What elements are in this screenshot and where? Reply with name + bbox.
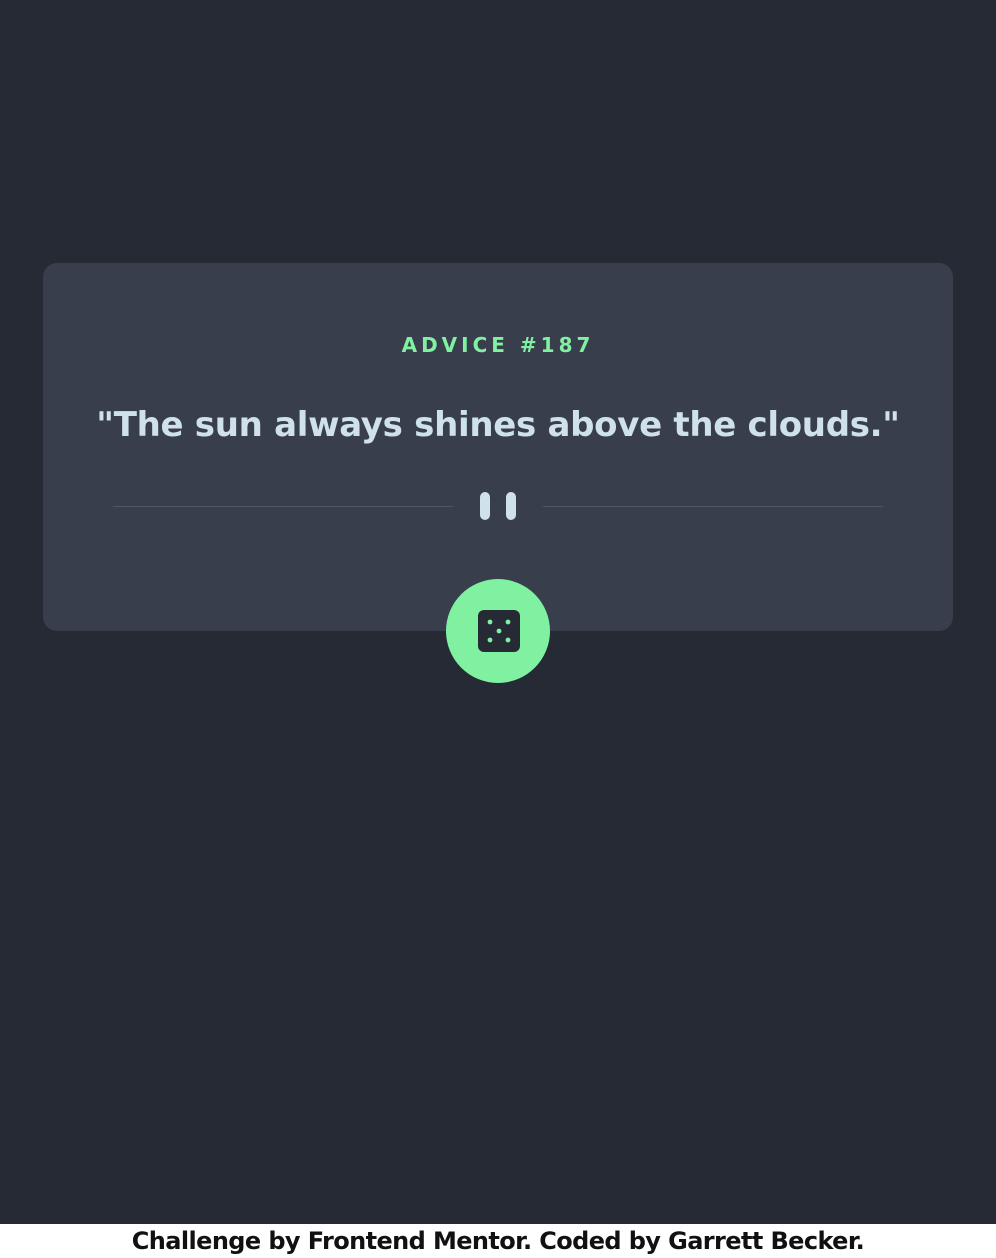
advice-card: ADVICE #187 "The sun always shines above… <box>43 263 953 631</box>
page-background: ADVICE #187 "The sun always shines above… <box>0 0 996 1224</box>
divider <box>113 491 883 521</box>
divider-line-left <box>113 506 453 507</box>
dice-icon <box>478 610 520 652</box>
divider-line-right <box>543 506 883 507</box>
attribution-footer: Challenge by Frontend Mentor. Coded by G… <box>131 1227 865 1255</box>
advice-quote: "The sun always shines above the clouds.… <box>96 405 900 445</box>
pause-bar-left <box>480 492 490 520</box>
advice-id-label: ADVICE #187 <box>401 333 595 357</box>
pause-icon <box>480 492 516 520</box>
pause-bar-right <box>506 492 516 520</box>
generate-advice-button[interactable] <box>446 579 550 683</box>
